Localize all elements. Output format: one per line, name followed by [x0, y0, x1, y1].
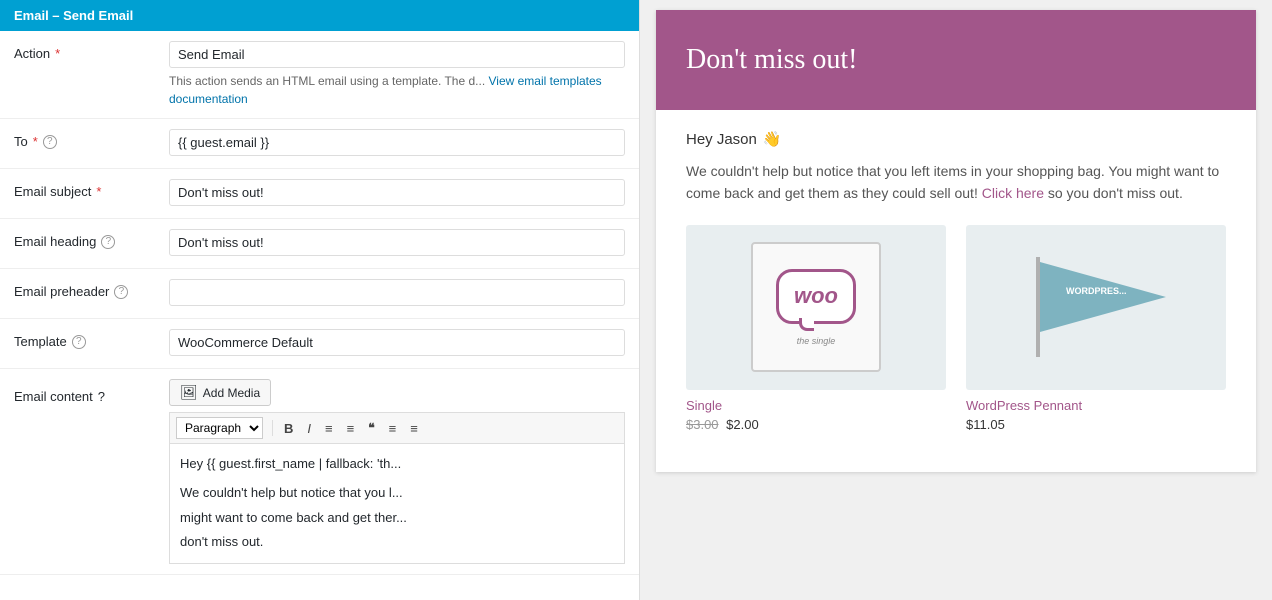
products-grid: woo the single Single $3.00 $2.00	[686, 225, 1226, 432]
action-input[interactable]	[169, 41, 625, 68]
left-panel: Email – Send Email Action * This action …	[0, 0, 640, 600]
content-label: Email content ?	[14, 379, 169, 404]
to-label: To * ?	[14, 129, 169, 149]
action-field: This action sends an HTML email using a …	[169, 41, 625, 108]
template-field	[169, 329, 625, 356]
heading-input[interactable]	[169, 229, 625, 256]
bullet-list-button[interactable]: ≡	[319, 418, 339, 439]
to-help-icon[interactable]: ?	[43, 135, 57, 149]
email-preview-body: Hey Jason 👋 We couldn't help but notice …	[656, 110, 1256, 472]
toolbar-sep-1	[272, 420, 273, 436]
action-required: *	[55, 46, 60, 61]
woo-subtitle: the single	[797, 336, 836, 346]
body-click-link[interactable]: Click here	[982, 185, 1044, 201]
product-2-price-value: $11.05	[966, 417, 1005, 432]
product-item-2: WORDPRES... WordPress Pennant $11.05	[966, 225, 1226, 432]
panel-header: Email – Send Email	[0, 0, 639, 31]
preheader-help-icon[interactable]: ?	[114, 285, 128, 299]
subject-row: Email subject *	[0, 169, 639, 219]
add-media-label: Add Media	[203, 386, 260, 400]
woo-bubble: woo	[776, 269, 856, 324]
to-row: To * ?	[0, 119, 639, 169]
add-media-icon: 🖼	[180, 384, 198, 401]
italic-button[interactable]: I	[301, 418, 317, 439]
to-field	[169, 129, 625, 156]
product-image-2: WORDPRES...	[966, 225, 1226, 390]
subject-field	[169, 179, 625, 206]
product-image-1: woo the single	[686, 225, 946, 390]
to-required: *	[33, 134, 38, 149]
template-input[interactable]	[169, 329, 625, 356]
product-2-name[interactable]: WordPress Pennant	[966, 398, 1226, 413]
editor-line-3: might want to come back and get ther...	[180, 508, 614, 529]
email-preview-header: Don't miss out!	[656, 10, 1256, 110]
form-body: Action * This action sends an HTML email…	[0, 31, 639, 600]
product-1-name[interactable]: Single	[686, 398, 946, 413]
editor-line-4: don't miss out.	[180, 532, 614, 553]
product-1-price-old: $3.00	[686, 417, 719, 432]
heading-row: Email heading ?	[0, 219, 639, 269]
panel-title: Email – Send Email	[14, 8, 133, 23]
email-preview: Don't miss out! Hey Jason 👋 We couldn't …	[656, 10, 1256, 472]
action-label: Action *	[14, 41, 169, 61]
pennant-svg: WORDPRES...	[1016, 242, 1176, 372]
preheader-label: Email preheader ?	[14, 279, 169, 299]
to-input[interactable]	[169, 129, 625, 156]
bold-button[interactable]: B	[278, 418, 299, 439]
product-2-price: $11.05	[966, 417, 1226, 432]
subject-input[interactable]	[169, 179, 625, 206]
subject-required: *	[96, 184, 101, 199]
subject-label: Email subject *	[14, 179, 169, 199]
content-field: 🖼 Add Media Paragraph B I ≡ ≡ ❝ ≡ ≡	[169, 379, 625, 564]
template-help-icon[interactable]: ?	[72, 335, 86, 349]
paragraph-select[interactable]: Paragraph	[176, 417, 263, 439]
editor-content-area[interactable]: Hey {{ guest.first_name | fallback: 'th.…	[169, 443, 625, 564]
greeting-text: Hey Jason	[686, 131, 757, 148]
product-item-1: woo the single Single $3.00 $2.00	[686, 225, 946, 432]
preheader-input[interactable]	[169, 279, 625, 306]
woo-product-illustration: woo the single	[751, 242, 881, 372]
greeting-emoji: 👋	[763, 130, 782, 148]
product-1-price: $3.00 $2.00	[686, 417, 946, 432]
preheader-row: Email preheader ?	[0, 269, 639, 319]
heading-label: Email heading ?	[14, 229, 169, 249]
add-media-button[interactable]: 🖼 Add Media	[169, 379, 271, 406]
action-description: This action sends an HTML email using a …	[169, 72, 625, 108]
email-body-text: We couldn't help but notice that you lef…	[686, 160, 1226, 205]
action-row: Action * This action sends an HTML email…	[0, 31, 639, 119]
content-help-icon[interactable]: ?	[98, 389, 105, 404]
svg-text:WORDPRES...: WORDPRES...	[1066, 286, 1127, 296]
woo-text: woo	[794, 283, 838, 309]
body-text-2: so you don't miss out.	[1048, 185, 1183, 201]
email-preview-title: Don't miss out!	[686, 44, 858, 76]
blockquote-button[interactable]: ❝	[362, 418, 380, 438]
number-list-button[interactable]: ≡	[341, 418, 361, 439]
right-panel: Don't miss out! Hey Jason 👋 We couldn't …	[640, 0, 1272, 600]
content-row: Email content ? 🖼 Add Media Paragraph B …	[0, 369, 639, 575]
product-1-price-new: $2.00	[726, 417, 759, 432]
heading-field	[169, 229, 625, 256]
editor-toolbar: Paragraph B I ≡ ≡ ❝ ≡ ≡	[169, 412, 625, 443]
align-button[interactable]: ≡	[383, 418, 403, 439]
email-greeting: Hey Jason 👋	[686, 130, 1226, 148]
template-row: Template ?	[0, 319, 639, 369]
editor-line-1: Hey {{ guest.first_name | fallback: 'th.…	[180, 454, 614, 475]
template-label: Template ?	[14, 329, 169, 349]
heading-help-icon[interactable]: ?	[101, 235, 115, 249]
preheader-field	[169, 279, 625, 306]
editor-line-2: We couldn't help but notice that you l..…	[180, 483, 614, 504]
indent-button[interactable]: ≡	[404, 418, 424, 439]
